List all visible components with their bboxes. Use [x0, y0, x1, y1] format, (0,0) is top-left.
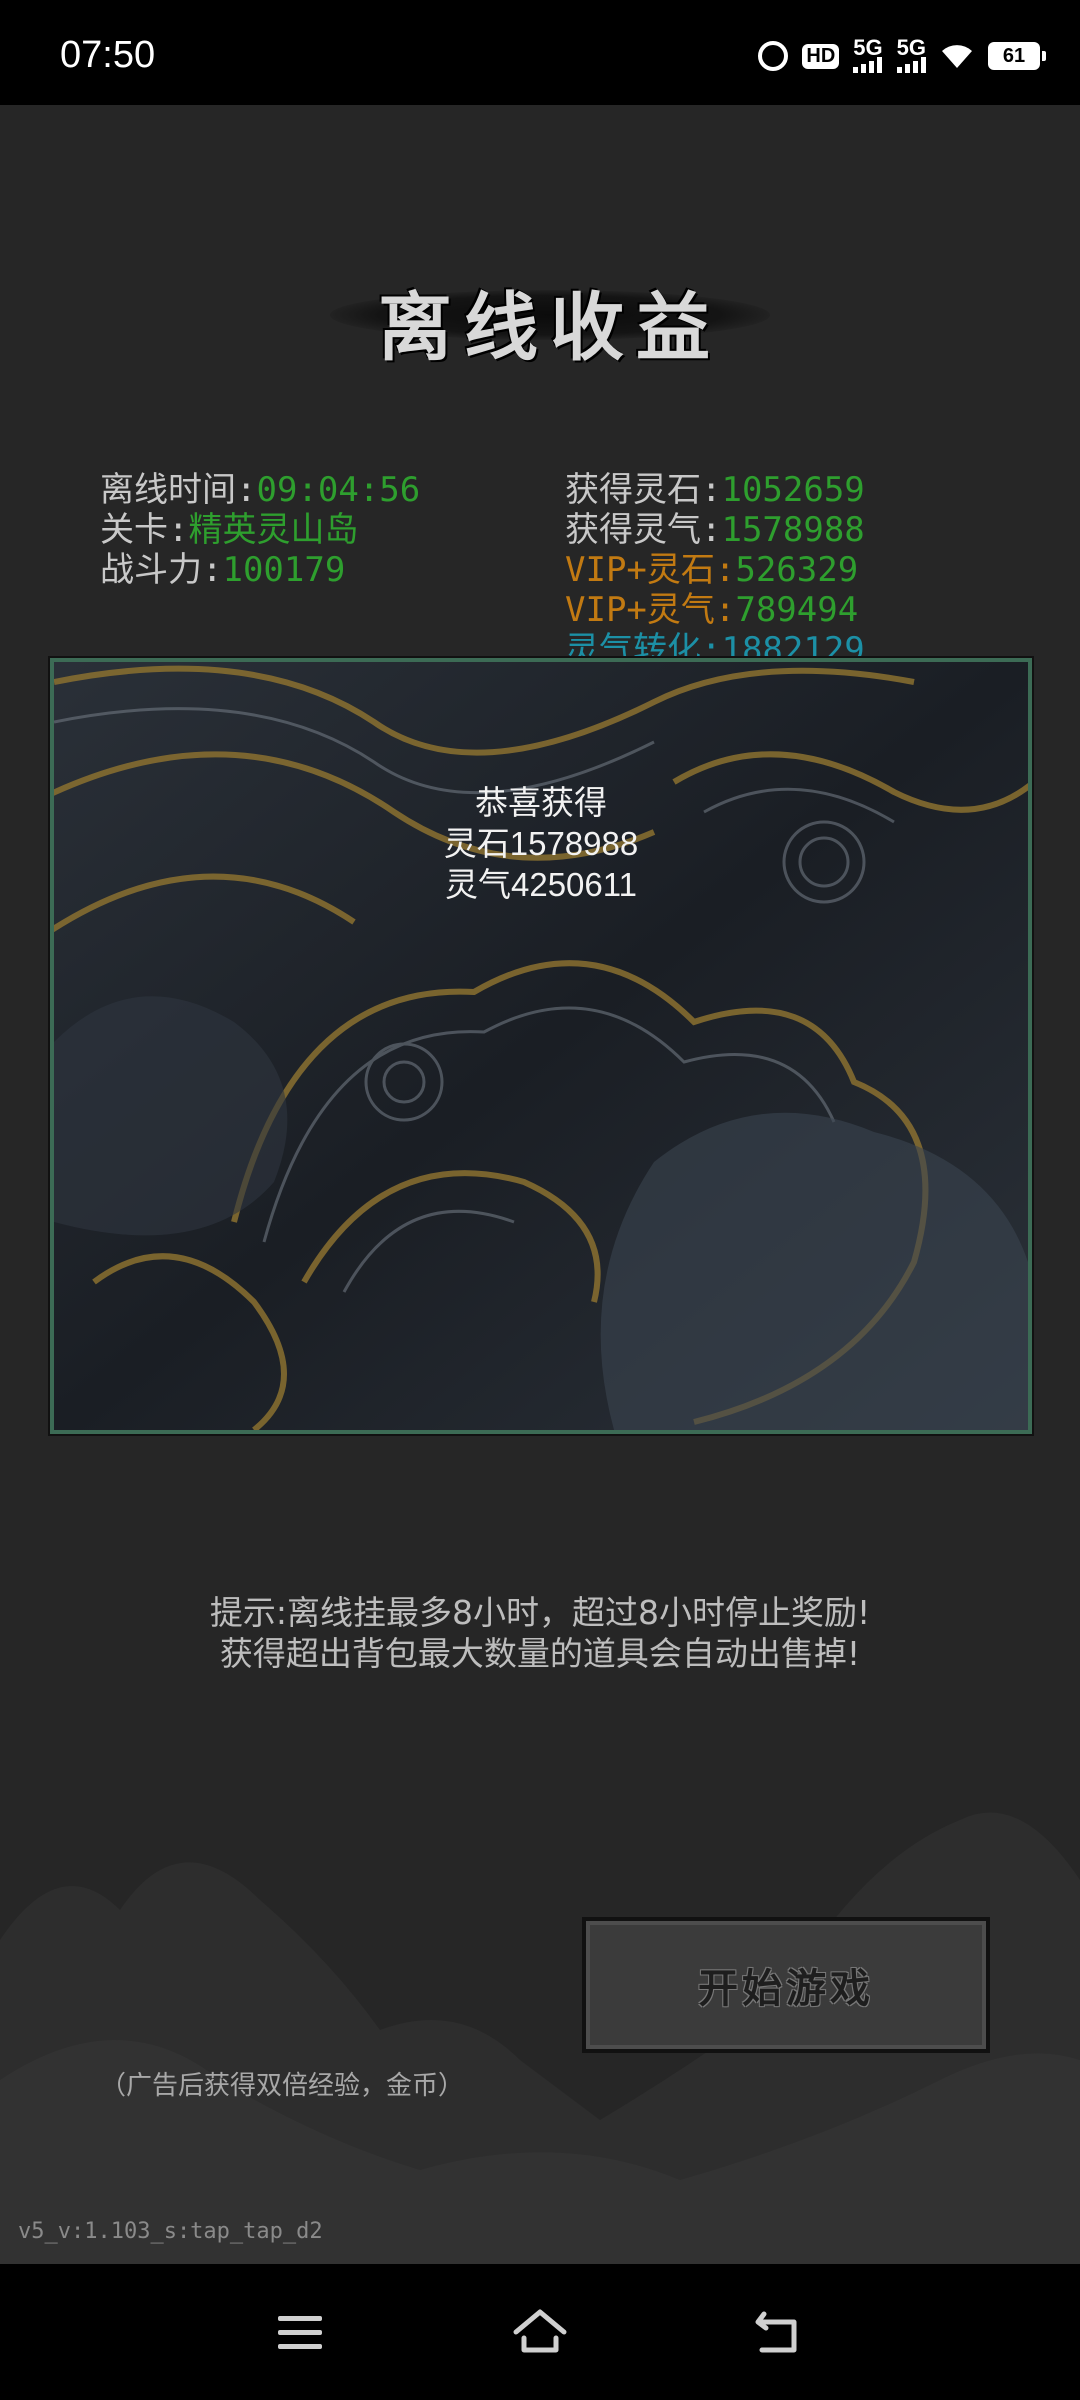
home-icon[interactable]	[510, 2302, 570, 2362]
back-icon[interactable]	[750, 2302, 810, 2362]
reward-dialog[interactable]: 恭喜获得 灵石1578988 灵气4250611	[50, 658, 1032, 1434]
signal-5g-icon: 5G	[896, 37, 926, 73]
reward-spirit-stone: 灵石1578988	[443, 825, 639, 862]
stat-offline-time: 离线时间:09:04:56	[100, 470, 421, 510]
reward-text: 恭喜获得 灵石1578988 灵气4250611	[54, 782, 1028, 905]
stat-stage: 关卡:精英灵山岛	[100, 510, 359, 550]
status-icons: HD 5G 5G 61	[758, 36, 1046, 76]
stat-combat-power: 战斗力:100179	[100, 550, 346, 590]
reward-spirit-qi: 灵气4250611	[444, 866, 638, 903]
reward-title: 恭喜获得	[475, 784, 607, 821]
wifi-icon	[940, 42, 974, 70]
ad-note: （广告后获得双倍经验，金币）	[100, 2071, 465, 2101]
page-title: 离线收益	[378, 285, 722, 371]
navigation-bar	[0, 2264, 1080, 2400]
stat-spirit-stone: 获得灵石:1052659	[565, 470, 865, 510]
version-label: v5_v:1.103_s:tap_tap_d2	[18, 2219, 323, 2244]
tip-text: 提示:离线挂最多8小时，超过8小时停止奖励! 获得超出背包最大数量的道具会自动出…	[209, 1593, 871, 1673]
status-time: 07:50	[60, 34, 156, 76]
status-bar: 07:50 HD 5G 5G 61	[0, 0, 1080, 105]
battery-icon: 61	[988, 42, 1046, 70]
start-game-button[interactable]: 开始游戏	[582, 1917, 990, 2053]
hd-icon: HD	[802, 43, 840, 69]
signal-5g-icon: 5G	[853, 37, 883, 73]
stat-spirit-qi: 获得灵气:1578988	[565, 510, 865, 550]
stat-vip-spirit-stone: VIP+灵石:526329	[565, 550, 859, 590]
alarm-icon	[758, 41, 789, 71]
menu-icon[interactable]	[270, 2302, 330, 2362]
cloud-pattern-background	[54, 662, 1028, 1430]
title-banner: 离线收益	[320, 250, 780, 380]
stat-vip-spirit-qi: VIP+灵气:789494	[565, 590, 859, 630]
